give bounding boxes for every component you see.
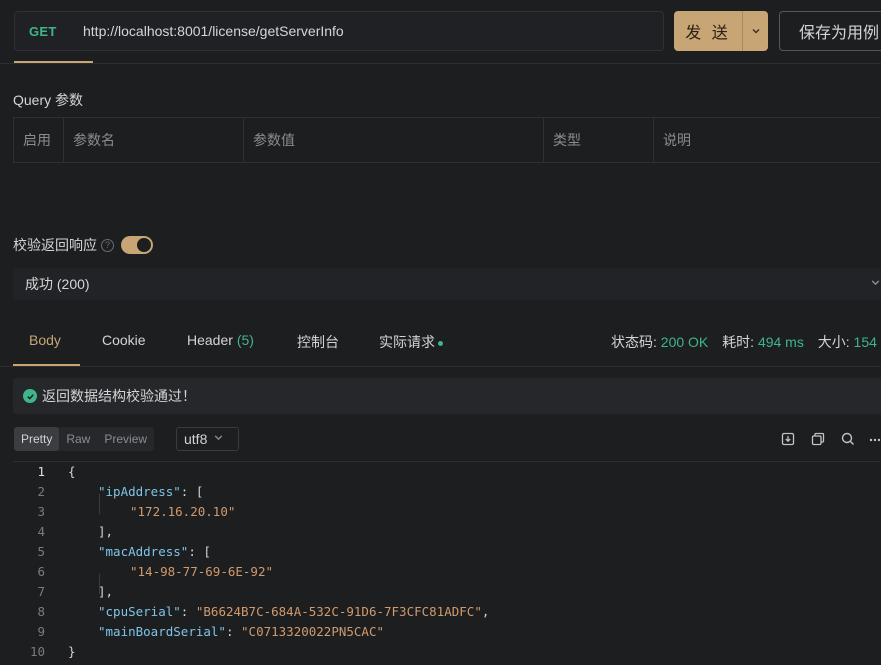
column-header-value: 参数值 — [244, 118, 544, 162]
tab-header-label: Header — [187, 332, 233, 348]
http-method[interactable]: GET — [29, 24, 83, 39]
code-text: ], — [98, 524, 114, 539]
response-case-selected: 成功 (200) — [25, 276, 90, 292]
line-number: 7 — [37, 584, 45, 599]
json-key: "ipAddress" — [98, 484, 181, 499]
chevron-down-icon[interactable] — [743, 26, 768, 36]
code-text: "cpuSerial": "B6624B7C-684A-532C-91D6-7F… — [98, 604, 490, 619]
url-bar[interactable]: GET http://localhost:8001/license/getSer… — [14, 11, 664, 51]
line-number: 8 — [37, 604, 45, 619]
code-line: 2 "ipAddress": [ — [13, 482, 881, 502]
code-text: "14-98-77-69-6E-92" — [130, 562, 273, 582]
tab-cookie[interactable]: Cookie — [102, 332, 146, 348]
tab-body[interactable]: Body — [29, 332, 61, 348]
more-icon[interactable] — [869, 431, 881, 447]
chevron-down-icon — [870, 277, 881, 291]
search-icon[interactable] — [840, 431, 856, 447]
url-input[interactable]: http://localhost:8001/license/getServerI… — [83, 23, 344, 39]
response-size-label: 大小: — [817, 334, 850, 350]
code-line: 5 "macAddress": [ — [13, 542, 881, 562]
code-line: 7 ], — [13, 582, 881, 602]
code-line: 3 "172.16.20.10" — [13, 502, 881, 522]
line-number: 3 — [37, 504, 45, 519]
line-number: 9 — [37, 624, 45, 639]
validate-response-row: 校验返回响应 ? — [13, 235, 153, 255]
validate-response-label: 校验返回响应 — [13, 237, 97, 253]
validation-success-text: 返回数据结构校验通过！ — [42, 388, 196, 404]
code-line: 10 } — [13, 642, 881, 662]
response-status-bar: 状态码: 200 OK 耗时: 494 ms 大小: 154 — [611, 332, 877, 352]
divider — [0, 63, 881, 64]
code-line: 6 "14-98-77-69-6E-92" — [13, 562, 881, 582]
code-line: 1 { — [13, 462, 881, 482]
encoding-select[interactable]: utf8 — [176, 427, 239, 451]
code-line: 4 ], — [13, 522, 881, 542]
code-text: "172.16.20.10" — [130, 502, 235, 522]
tab-header[interactable]: Header (5) — [187, 332, 254, 348]
code-text: } — [68, 644, 76, 659]
line-number: 10 — [29, 644, 45, 659]
elapsed-time-value: 494 ms — [757, 334, 804, 350]
response-size-value: 154 — [853, 334, 877, 350]
save-as-case-label: 保存为用例 — [799, 25, 880, 42]
send-button[interactable]: 发 送 — [674, 11, 768, 51]
encoding-value: utf8 — [184, 431, 208, 447]
column-header-enabled: 启用 — [14, 118, 64, 162]
code-text: "macAddress": [ — [98, 544, 211, 559]
divider — [0, 366, 881, 367]
format-raw-button[interactable]: Raw — [59, 427, 97, 451]
download-icon[interactable] — [780, 431, 796, 447]
format-pretty-button[interactable]: Pretty — [14, 427, 60, 451]
column-header-name: 参数名 — [64, 118, 244, 162]
json-key: "cpuSerial" — [98, 604, 181, 619]
line-number: 1 — [37, 464, 45, 479]
json-string: "14-98-77-69-6E-92" — [130, 564, 273, 579]
code-line: 9 "mainBoardSerial": "C0713320022PN5CAC" — [13, 622, 881, 642]
toggle-knob — [137, 238, 151, 252]
code-text: ], — [98, 584, 114, 599]
line-number: 4 — [37, 524, 45, 539]
column-header-type: 类型 — [544, 118, 654, 162]
code-line: 8 "cpuSerial": "B6624B7C-684A-532C-91D6-… — [13, 602, 881, 622]
json-string: "C0713320022PN5CAC" — [241, 624, 385, 639]
code-text: { — [68, 464, 76, 479]
validation-success-banner: 返回数据结构校验通过！ — [13, 378, 881, 414]
help-circle-icon[interactable]: ? — [101, 238, 114, 252]
tab-console[interactable]: 控制台 — [297, 332, 339, 352]
line-number: 6 — [37, 564, 45, 579]
validate-response-toggle[interactable] — [121, 236, 153, 254]
status-code-label: 状态码: — [611, 334, 657, 350]
check-circle-icon — [23, 389, 37, 403]
tab-actual-request[interactable]: 实际请求 — [379, 332, 443, 352]
column-header-description: 说明 — [663, 132, 691, 148]
save-as-case-button[interactable]: 保存为用例 — [779, 11, 881, 51]
json-key: "mainBoardSerial" — [98, 624, 226, 639]
line-number: 2 — [37, 484, 45, 499]
elapsed-time-label: 耗时: — [722, 334, 755, 350]
tab-actual-request-label: 实际请求 — [379, 334, 435, 350]
send-button-label[interactable]: 发 送 — [674, 19, 742, 43]
status-dot-icon — [438, 340, 443, 346]
code-text: "mainBoardSerial": "C0713320022PN5CAC" — [98, 624, 385, 639]
tab-header-count: (5) — [236, 332, 254, 348]
response-body-editor[interactable]: 1 { 2 "ipAddress": [ 3 "172.16.20.10" 4 … — [13, 461, 881, 665]
chevron-down-icon — [213, 432, 224, 446]
query-params-table: 启用 参数名 参数值 类型 说明 — [13, 117, 881, 163]
code-text: "ipAddress": [ — [98, 484, 204, 499]
json-string: "B6624B7C-684A-532C-91D6-7F3CFC81ADFC" — [195, 604, 482, 619]
status-code-value: 200 OK — [660, 334, 709, 350]
response-case-select[interactable]: 成功 (200) — [13, 268, 881, 300]
line-number: 5 — [37, 544, 45, 559]
query-params-title: Query 参数 — [13, 92, 84, 108]
copy-icon[interactable] — [810, 431, 826, 447]
json-key: "macAddress" — [98, 544, 189, 559]
format-preview-button[interactable]: Preview — [97, 427, 154, 451]
json-string: "172.16.20.10" — [130, 504, 236, 519]
format-mode-group: Pretty Raw Preview — [14, 427, 155, 451]
